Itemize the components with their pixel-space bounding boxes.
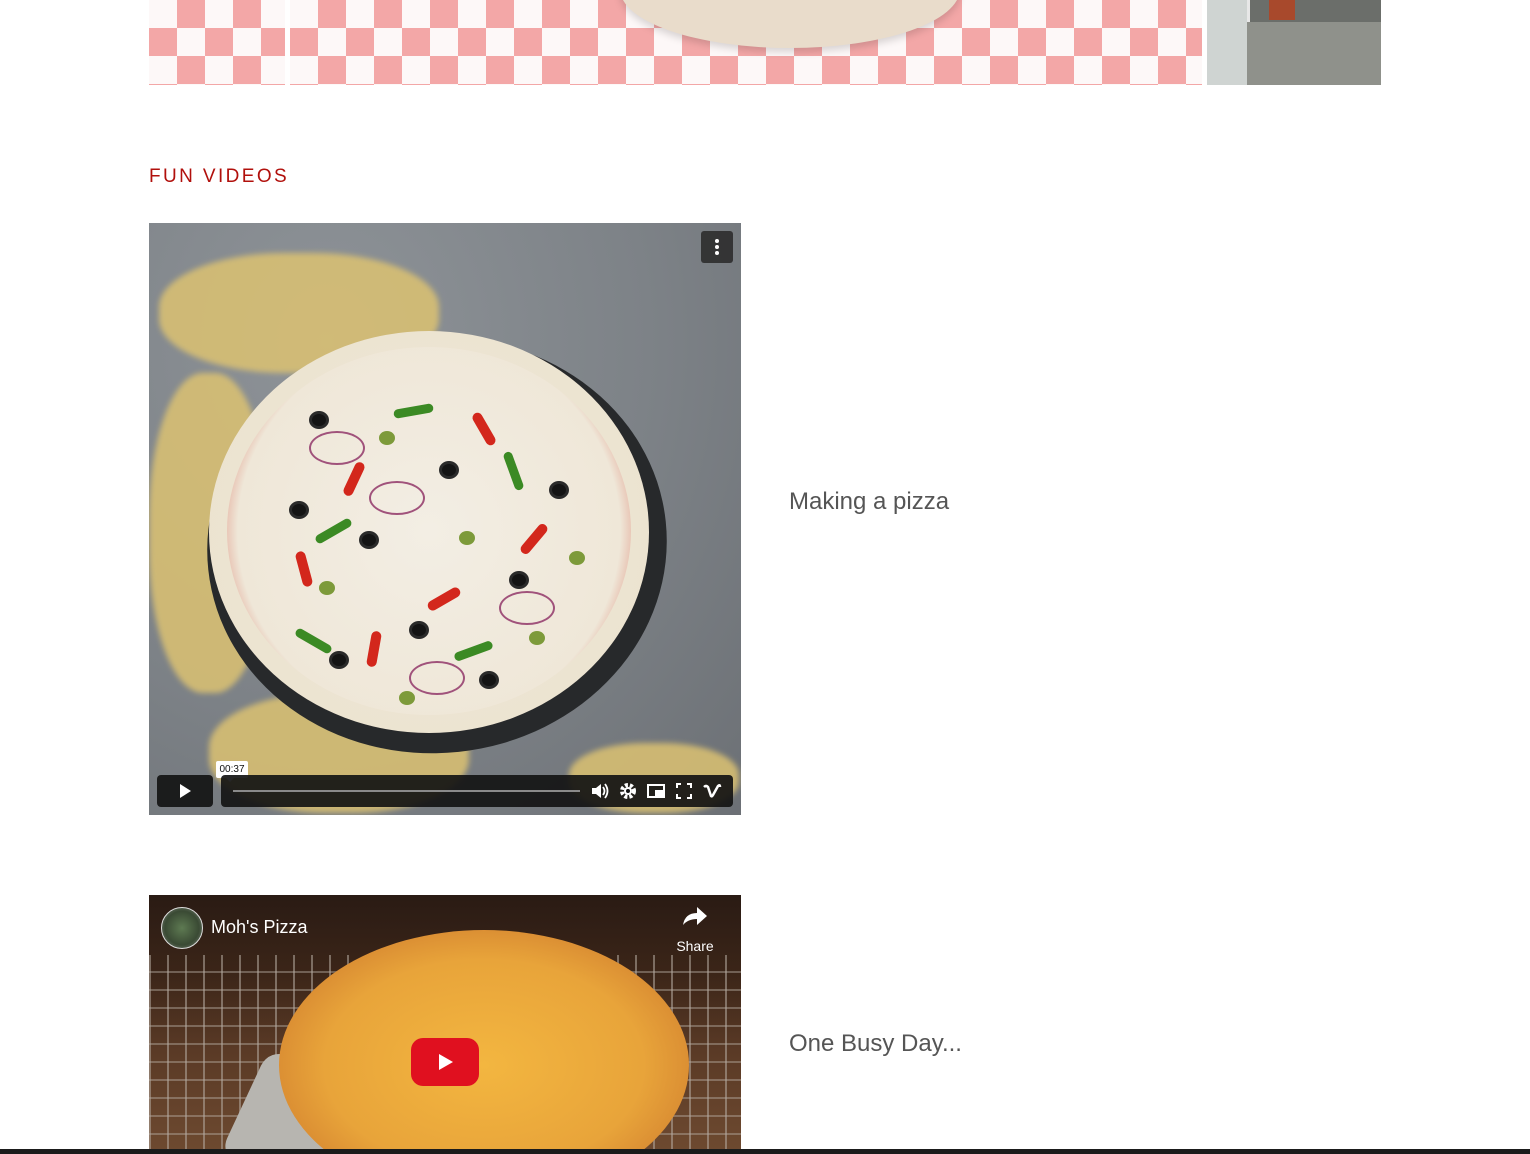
onion [499,591,555,625]
olive [439,461,459,479]
gallery-image-pizza-plate[interactable] [290,0,1202,85]
olive [309,411,329,429]
vimeo-video-player[interactable] [149,223,741,815]
olive [479,671,499,689]
play-icon [439,1054,453,1070]
olive [459,531,475,545]
sidewalk [1247,22,1381,85]
share-label: Share [676,938,714,954]
olive [409,621,429,639]
fullscreen-icon[interactable] [674,781,694,801]
youtube-video-player[interactable]: Moh's Pizza Share [149,895,741,1154]
video-caption: One Busy Day... [789,1030,962,1057]
bottom-divider [0,1149,1530,1154]
olive [319,581,335,595]
picture-in-picture-icon[interactable] [646,781,666,801]
onion [309,431,365,465]
section-title: FUN VIDEOS [149,166,290,187]
photo-gallery [149,0,1381,85]
channel-title[interactable]: Moh's Pizza [211,917,307,938]
kebab-menu-icon [715,239,719,255]
olive [289,501,309,519]
pizza-sauce [227,347,631,715]
settings-icon[interactable] [618,781,638,801]
olive [329,651,349,669]
olive [549,481,569,499]
olive [379,431,395,445]
progress-track[interactable] [233,790,580,792]
olive [359,531,379,549]
control-bar [221,775,733,807]
olive [509,571,529,589]
olive [529,631,545,645]
door [1207,0,1250,85]
youtube-play-button[interactable] [411,1038,479,1086]
share-button[interactable]: Share [669,905,721,954]
play-button[interactable] [157,775,213,807]
gallery-image-checkered-cloth[interactable] [149,0,285,85]
play-icon [180,784,191,798]
gallery-image-storefront[interactable] [1207,0,1381,85]
brick-pillar [1269,0,1295,20]
more-options-button[interactable] [701,231,733,263]
volume-icon[interactable] [590,781,610,801]
olive [569,551,585,565]
onion [369,481,425,515]
channel-avatar[interactable] [161,907,203,949]
video-caption: Making a pizza [789,488,950,515]
olive [399,691,415,705]
share-icon [683,907,707,925]
pizza-thumbnail [209,331,649,733]
onion [409,661,465,695]
vimeo-logo-icon[interactable] [702,781,722,801]
